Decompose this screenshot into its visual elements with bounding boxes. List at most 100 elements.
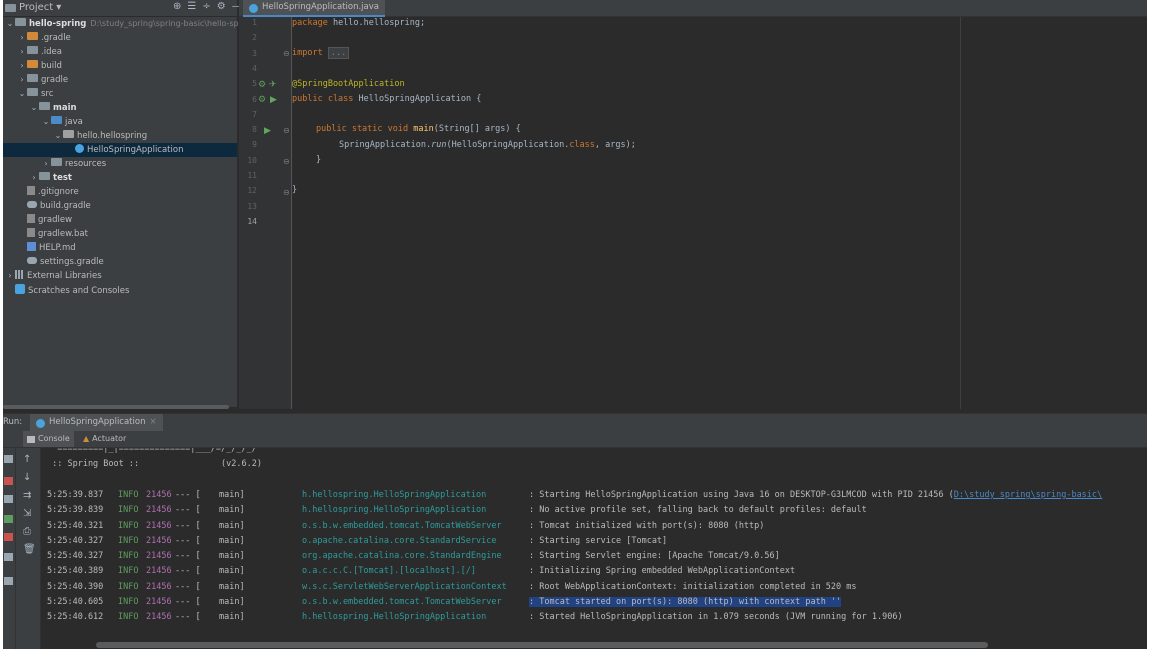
fold-icon[interactable]: ⊖ xyxy=(283,188,290,197)
chevron-right-icon[interactable]: › xyxy=(17,59,27,73)
chevron-down-icon[interactable]: ⌄ xyxy=(17,87,27,101)
run-panel-header: Run: HelloSpringApplication × xyxy=(3,413,1147,431)
log-message-container: : Initializing Spring embedded WebApplic… xyxy=(529,564,795,579)
tree-item-gradle[interactable]: › gradle xyxy=(3,73,237,87)
chevron-down-icon[interactable]: ⌄ xyxy=(5,17,15,31)
spring-run-icon[interactable]: ⚙ xyxy=(258,95,266,105)
log-message: : Starting service [Tomcat] xyxy=(529,535,668,546)
tree-item-gitignore[interactable]: .gitignore xyxy=(3,185,237,199)
log-logger: o.s.b.w.embedded.tomcat.TomcatWebServer xyxy=(302,596,502,607)
tree-item-external-libraries[interactable]: › External Libraries xyxy=(3,269,237,283)
log-timestamp: 5:25:40.612 xyxy=(47,612,104,622)
tree-item-help-md[interactable]: HELP.md xyxy=(3,241,237,255)
log-level: INFO xyxy=(118,505,139,516)
chevron-right-icon[interactable]: › xyxy=(41,157,51,171)
spring-boot-icon xyxy=(36,419,45,428)
banner-line-top: =========|_|==============|___/=/_/_/_/ xyxy=(41,448,1147,457)
arrow-down-icon[interactable]: ↓ xyxy=(23,472,31,483)
project-horizontal-scrollbar[interactable] xyxy=(3,405,229,409)
chevron-down-icon[interactable]: ⌄ xyxy=(41,115,51,129)
fold-icon[interactable]: ⊖ xyxy=(283,49,290,58)
chevron-down-icon[interactable]: ⌄ xyxy=(53,129,63,143)
arrow-up-icon[interactable]: ↑ xyxy=(23,454,31,465)
spring-class-icon xyxy=(249,4,258,13)
folder-icon-blue xyxy=(51,116,62,124)
run-panel-label: Run: xyxy=(3,417,23,427)
stop-icon[interactable] xyxy=(4,477,13,485)
close-icon[interactable]: × xyxy=(149,414,156,431)
scroll-to-end-icon[interactable]: ⇲ xyxy=(23,508,31,519)
run-icon[interactable]: ▶ xyxy=(270,95,277,105)
tab-actuator[interactable]: ▲ Actuator xyxy=(79,431,130,447)
editor-tab[interactable]: HelloSpringApplication.java xyxy=(243,0,385,17)
line-number: 4 xyxy=(252,63,257,73)
log-level: INFO xyxy=(118,551,139,561)
chevron-right-icon[interactable]: › xyxy=(29,171,39,185)
soft-wrap-icon[interactable]: ⇉ xyxy=(23,490,31,501)
tree-item-build-gradle[interactable]: build.gradle xyxy=(3,199,237,213)
line-number: 11 xyxy=(247,171,257,180)
tree-item-src[interactable]: ⌄ src xyxy=(3,87,237,101)
spring-bean-icon[interactable]: ⚙ xyxy=(258,80,266,90)
folded-imports[interactable]: ... xyxy=(327,47,350,59)
gradle-icon xyxy=(27,201,37,208)
code-line-7: public class HelloSpringApplication { xyxy=(292,94,481,104)
tree-item-settings-gradle[interactable]: settings.gradle xyxy=(3,255,237,269)
tree-item-hellospringapplication[interactable]: HelloSpringApplication xyxy=(3,143,237,157)
project-panel-title: Project xyxy=(19,2,54,13)
console-output[interactable]: =========|_|==============|___/=/_/_/_/ … xyxy=(41,448,1147,638)
chevron-right-icon[interactable]: › xyxy=(17,73,27,87)
gear-icon[interactable]: ⚙ xyxy=(217,1,226,12)
line-number: 14 xyxy=(247,216,257,226)
line-number: 6 xyxy=(252,94,257,104)
chevron-right-icon[interactable]: › xyxy=(17,45,27,59)
trash-icon[interactable]: 🗑 xyxy=(23,544,36,555)
log-line: 5:25:40.390 INFO 21456 --- [main] w.s.c.Serv… xyxy=(41,580,1147,595)
chevron-down-icon[interactable]: ⌄ xyxy=(29,101,39,115)
tree-item-test[interactable]: › test xyxy=(3,171,237,185)
tree-item-build[interactable]: › build xyxy=(3,59,237,73)
chevron-right-icon[interactable]: › xyxy=(17,31,27,45)
log-timestamp: 5:25:40.321 xyxy=(47,520,104,531)
collapse-all-icon[interactable]: ÷ xyxy=(202,1,210,12)
tree-item-scratches-and-consoles[interactable]: Scratches and Consoles xyxy=(3,283,237,297)
project-panel-header: Project ▾ ⊕ ☰ ÷ ⚙ — xyxy=(3,0,242,17)
chevron-right-icon[interactable]: › xyxy=(5,269,15,283)
code-text: (HelloSpringApplication. xyxy=(446,140,570,150)
tree-item-label: build xyxy=(41,61,62,71)
fold-icon[interactable]: ⊖ xyxy=(283,157,290,166)
tree-item-gradlew-bat[interactable]: gradlew.bat xyxy=(3,227,237,241)
tree-item-hello-hellospring[interactable]: ⌄ hello.hellospring xyxy=(3,129,237,143)
tree-item-java[interactable]: ⌄ java xyxy=(3,115,237,129)
tree-item-resources[interactable]: › resources xyxy=(3,157,237,171)
spring-endpoint-icon[interactable]: ✈ xyxy=(269,80,277,90)
crosshair-icon[interactable]: ⊕ xyxy=(173,1,181,12)
project-view-selector[interactable]: Project ▾ xyxy=(5,2,61,13)
exit-icon[interactable] xyxy=(4,533,13,541)
tab-console[interactable]: Console xyxy=(23,431,74,447)
tree-item-label: gradlew.bat xyxy=(38,229,88,239)
tree-item-hello-spring[interactable]: ⌄ hello-spring D:\study_spring\spring-basi… xyxy=(3,17,249,31)
run-config-tab[interactable]: HelloSpringApplication × xyxy=(30,414,163,431)
camera-icon[interactable] xyxy=(4,495,13,503)
tree-item-gradle[interactable]: › .gradle xyxy=(3,31,237,45)
file-path-link[interactable]: D:\study_spring\spring-basic\ xyxy=(954,490,1102,500)
code-line-9: public static void main(String[] args) { xyxy=(316,124,521,134)
console-horizontal-scrollbar[interactable] xyxy=(96,642,988,648)
layout-icon[interactable] xyxy=(4,553,13,561)
code-area[interactable] xyxy=(292,17,1147,409)
tree-item-main[interactable]: ⌄ main xyxy=(3,101,237,115)
run-icon[interactable]: ▶ xyxy=(264,126,271,136)
keyword: class xyxy=(569,140,595,150)
pin-icon[interactable] xyxy=(4,577,13,585)
tree-item-gradlew[interactable]: gradlew xyxy=(3,213,237,227)
expand-all-icon[interactable]: ☰ xyxy=(187,1,196,12)
line-number: 8 xyxy=(252,125,257,135)
tree-item-label: .idea xyxy=(41,47,62,57)
wrench-icon[interactable] xyxy=(4,455,13,463)
fold-icon[interactable]: ⊖ xyxy=(283,126,290,135)
tree-item-idea[interactable]: › .idea xyxy=(3,45,237,59)
debug-icon[interactable] xyxy=(4,515,13,523)
log-separator: --- [ xyxy=(175,566,201,577)
print-icon[interactable]: ⎙ xyxy=(23,526,31,537)
